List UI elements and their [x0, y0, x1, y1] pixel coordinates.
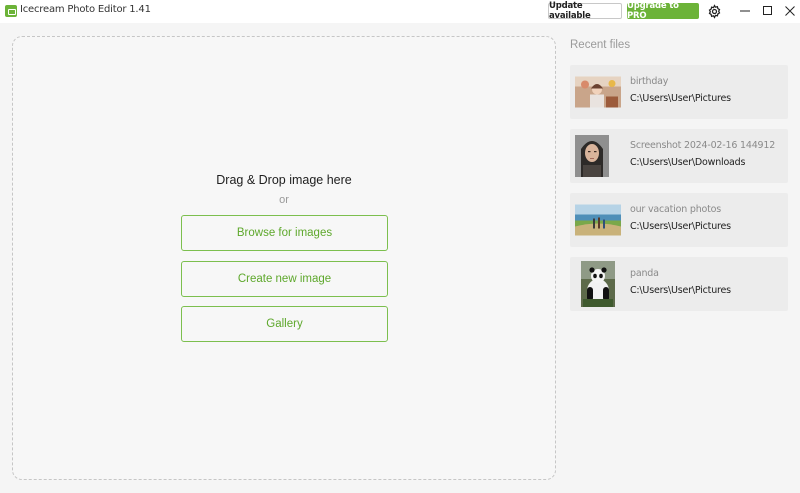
create-new-image-button[interactable]: Create new image	[181, 261, 388, 297]
close-icon[interactable]	[782, 3, 798, 19]
recent-file-item[interactable]: birthday C:\Users\User\Pictures	[570, 65, 788, 119]
main-area: Drag & Drop image here or Browse for ima…	[0, 23, 800, 493]
recent-files-title: Recent files	[570, 39, 631, 51]
drop-zone-or: or	[279, 194, 289, 206]
maximize-icon[interactable]	[760, 3, 776, 19]
recent-file-path: C:\Users\User\Pictures	[630, 93, 731, 104]
app-logo-icon	[5, 5, 17, 17]
title-bar: Icecream Photo Editor 1.41 Update availa…	[0, 0, 800, 23]
recent-file-item[interactable]: panda C:\Users\User\Pictures	[570, 257, 788, 311]
gallery-button[interactable]: Gallery	[181, 306, 388, 342]
recent-file-name: birthday	[630, 76, 669, 87]
recent-file-path: C:\Users\User\Pictures	[630, 285, 731, 296]
minimize-icon[interactable]	[737, 3, 753, 19]
gear-icon[interactable]	[707, 4, 722, 19]
recent-file-path: C:\Users\User\Pictures	[630, 221, 731, 232]
recent-file-thumbnail	[575, 204, 621, 236]
recent-file-path: C:\Users\User\Downloads	[630, 157, 746, 168]
recent-file-item[interactable]: Screenshot 2024-02-16 144912 C:\Users\Us…	[570, 129, 788, 183]
upgrade-to-pro-button[interactable]: Upgrade to PRO	[627, 1, 699, 21]
drop-zone[interactable]: Drag & Drop image here or Browse for ima…	[12, 36, 556, 480]
drop-zone-title: Drag & Drop image here	[216, 173, 352, 187]
recent-file-thumbnail	[581, 261, 615, 307]
window-title: Icecream Photo Editor 1.41	[20, 4, 151, 15]
recent-file-name: Screenshot 2024-02-16 144912	[630, 140, 776, 151]
update-available-button[interactable]: Update available	[548, 1, 622, 21]
recent-file-name: panda	[630, 268, 659, 279]
recent-file-thumbnail	[575, 135, 609, 177]
browse-for-images-button[interactable]: Browse for images	[181, 215, 388, 251]
recent-file-name: our vacation photos	[630, 204, 722, 215]
recent-file-thumbnail	[575, 76, 621, 108]
recent-file-item[interactable]: our vacation photos C:\Users\User\Pictur…	[570, 193, 788, 247]
